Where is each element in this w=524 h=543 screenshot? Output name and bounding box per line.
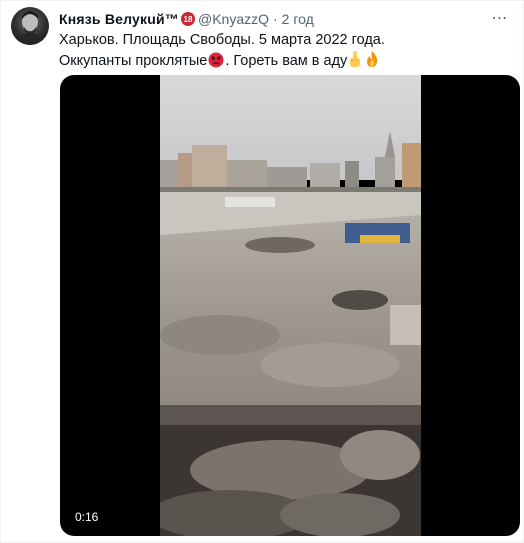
tweet-timestamp[interactable]: 2 год: [282, 11, 314, 27]
angry-face-emoji-icon: [208, 52, 224, 74]
tweet-text-line-2: Оккупанты проклятые . Гореть вам в аду: [59, 50, 513, 74]
tweet-text-part-1: Оккупанты проклятые: [59, 53, 208, 69]
author-avatar[interactable]: [11, 7, 49, 45]
video-thumbnail: [160, 75, 421, 536]
middle-finger-emoji-icon: [348, 50, 362, 74]
video-player[interactable]: 0:16: [60, 75, 520, 536]
tweet-text-line-1: Харьков. Площадь Свободы. 5 марта 2022 г…: [59, 32, 385, 48]
person-avatar-icon: [15, 11, 45, 45]
author-display-name[interactable]: Князь Велукuй™: [59, 11, 179, 27]
video-duration-badge: 0:16: [70, 508, 104, 526]
more-horizontal-icon[interactable]: ⋯: [491, 9, 509, 27]
tweet-text-part-2: . Гореть вам в аду: [225, 53, 348, 69]
fire-emoji-icon: [364, 50, 380, 74]
age-badge-icon: 18: [180, 12, 195, 26]
separator-dot: ·: [273, 11, 278, 27]
tweet-text: Харьков. Площадь Свободы. 5 марта 2022 г…: [59, 31, 513, 74]
tweet-card[interactable]: Князь Велукuй™ 18 @KnyazzQ · 2 год ⋯ Хар…: [0, 0, 524, 543]
tweet-header: Князь Велукuй™ 18 @KnyazzQ · 2 год ⋯: [59, 9, 509, 29]
author-handle[interactable]: @KnyazzQ: [198, 11, 269, 27]
